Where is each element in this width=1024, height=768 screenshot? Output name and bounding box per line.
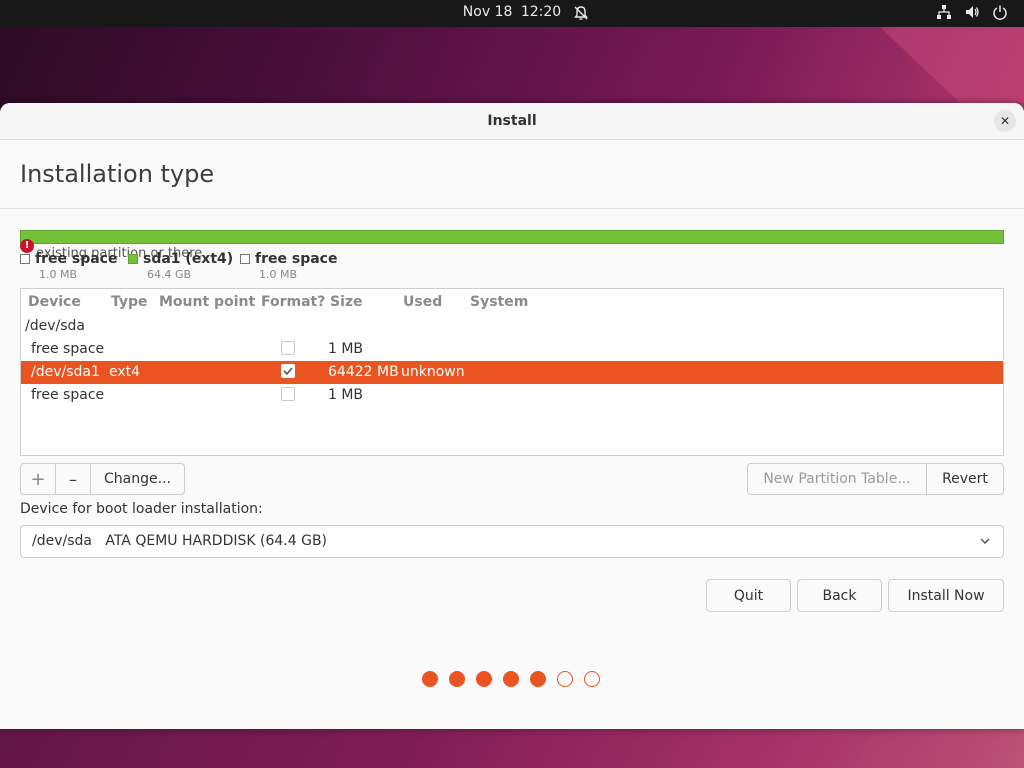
legend-label: free space	[255, 251, 338, 267]
install-now-button[interactable]: Install Now	[888, 579, 1004, 612]
remove-partition-button[interactable]: –	[55, 463, 91, 495]
column-header-size[interactable]: Size	[330, 294, 363, 310]
divider	[0, 208, 1024, 209]
bootloader-device-select[interactable]: /dev/sda ATA QEMU HARDDISK (64.4 GB)	[20, 525, 1004, 558]
add-partition-button[interactable]: +	[20, 463, 56, 495]
close-icon: ✕	[999, 114, 1011, 128]
column-header-used[interactable]: Used	[403, 294, 442, 310]
notifications-muted-icon	[573, 5, 589, 25]
table-header: Device Type Mount point Format? Size Use…	[21, 289, 1003, 315]
size-cell: 1 MB	[328, 341, 364, 357]
bootloader-device-description: ATA QEMU HARDDISK (64.4 GB)	[105, 533, 328, 549]
network-icon	[936, 4, 952, 24]
plus-icon: +	[30, 468, 46, 490]
legend-item-free-space-1: free space 1.0 MB	[20, 251, 117, 281]
back-button[interactable]: Back	[797, 579, 882, 612]
page-title: Installation type	[20, 160, 215, 188]
partition-table[interactable]: Device Type Mount point Format? Size Use…	[20, 288, 1004, 456]
system-tray[interactable]	[936, 4, 1008, 24]
table-row[interactable]: free space 1 MB	[21, 384, 1003, 407]
format-checkbox[interactable]	[281, 364, 295, 378]
title-bar[interactable]: Install ✕	[0, 103, 1024, 140]
window-title: Install	[487, 113, 537, 129]
step-dot-completed	[503, 671, 519, 687]
legend-label: free space	[35, 251, 118, 267]
device-group-label: /dev/sda	[25, 318, 85, 334]
checkmark-icon	[283, 367, 293, 376]
size-cell: 64422 MB	[328, 364, 399, 380]
legend-item-sda1: sda1 (ext4) 64.4 GB	[128, 251, 233, 281]
device-cell: free space	[31, 387, 105, 403]
bootloader-label: Device for boot loader installation:	[20, 501, 263, 517]
legend-label: sda1 (ext4)	[143, 251, 234, 267]
revert-button[interactable]: Revert	[926, 463, 1004, 495]
clock[interactable]: Nov 18 12:20	[0, 4, 1024, 20]
date-text: Nov 18	[462, 4, 513, 20]
minus-icon: –	[69, 469, 77, 489]
step-dot-pending	[557, 671, 573, 687]
column-header-device[interactable]: Device	[28, 294, 81, 310]
legend-item-free-space-2: free space 1.0 MB	[240, 251, 337, 281]
power-icon	[992, 4, 1008, 24]
close-button[interactable]: ✕	[994, 110, 1016, 132]
new-partition-table-button[interactable]: New Partition Table...	[747, 463, 927, 495]
column-header-system[interactable]: System	[470, 294, 528, 310]
format-checkbox[interactable]	[281, 341, 295, 355]
step-dot-completed	[476, 671, 492, 687]
disk-partition-bar	[20, 230, 1004, 244]
legend-swatch	[128, 254, 138, 264]
step-dot-pending	[584, 671, 600, 687]
step-dot-completed	[530, 671, 546, 687]
size-cell: 1 MB	[328, 387, 364, 403]
legend-size: 1.0 MB	[259, 268, 298, 281]
install-window: Install ✕ Installation type ! existing p…	[0, 103, 1024, 729]
top-bar: Nov 18 12:20	[0, 0, 1024, 27]
legend-swatch	[240, 254, 250, 264]
step-dot-completed	[422, 671, 438, 687]
bootloader-device-value: /dev/sda ATA QEMU HARDDISK (64.4 GB)	[32, 533, 327, 549]
time-text: 12:20	[520, 4, 562, 20]
chevron-down-icon	[979, 532, 991, 554]
used-cell: unknown	[401, 364, 465, 380]
column-header-mount-point[interactable]: Mount point	[159, 294, 255, 310]
table-row[interactable]: free space 1 MB	[21, 338, 1003, 361]
table-row-selected[interactable]: /dev/sda1 ext4 64422 MB unknown	[21, 361, 1003, 384]
column-header-format[interactable]: Format?	[261, 294, 325, 310]
type-cell: ext4	[109, 364, 141, 380]
device-cell: /dev/sda1	[31, 364, 100, 380]
table-row-group[interactable]: /dev/sda	[21, 315, 1003, 338]
legend-swatch	[20, 254, 30, 264]
device-cell: free space	[31, 341, 105, 357]
quit-button[interactable]: Quit	[706, 579, 791, 612]
volume-icon	[964, 4, 980, 24]
legend-size: 1.0 MB	[39, 268, 78, 281]
bootloader-device-path: /dev/sda	[32, 533, 92, 549]
legend-size: 64.4 GB	[147, 268, 192, 281]
column-header-type[interactable]: Type	[111, 294, 148, 310]
step-dot-completed	[449, 671, 465, 687]
format-checkbox[interactable]	[281, 387, 295, 401]
step-progress-indicator	[422, 671, 600, 687]
change-partition-button[interactable]: Change...	[90, 463, 185, 495]
